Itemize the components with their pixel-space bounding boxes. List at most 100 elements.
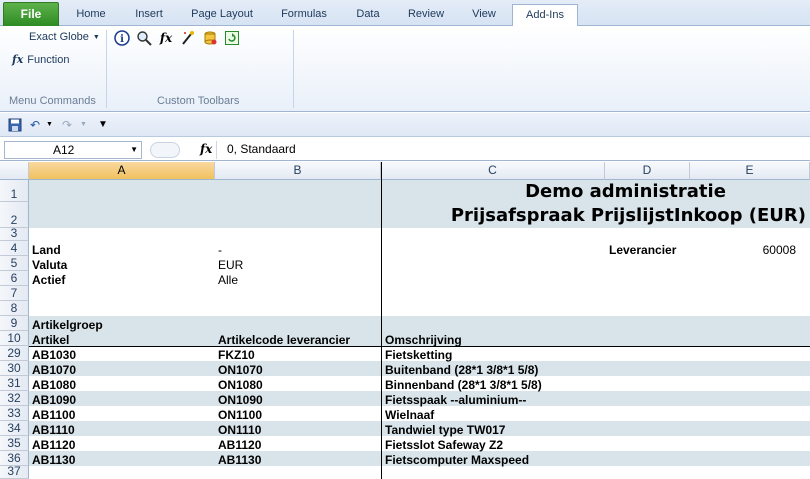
row-header[interactable]: 37 xyxy=(0,464,29,479)
actief-label: Actief xyxy=(32,273,66,287)
formula-bar-resize-handle[interactable] xyxy=(150,142,180,158)
row-header[interactable]: 29 xyxy=(0,346,29,361)
table-cell-code[interactable]: AB1120 xyxy=(218,438,261,453)
ribbon-body: Exact Globe ▼ fx Function Menu Commands … xyxy=(0,26,810,112)
exact-globe-label: Exact Globe xyxy=(29,31,89,43)
table-cell-omschrijving[interactable]: Fietsslot Safeway Z2 xyxy=(385,438,503,453)
table-cell-omschrijving[interactable]: Binnenband (28*1 3/8*1 5/8) xyxy=(385,378,542,393)
table-cell-code[interactable]: ON1100 xyxy=(218,408,262,423)
save-icon[interactable] xyxy=(8,118,22,132)
tab-review[interactable]: Review xyxy=(394,4,458,26)
chevron-down-icon[interactable]: ▼ xyxy=(80,118,87,132)
column-header-c[interactable]: C xyxy=(381,162,605,180)
table-cell-artikel[interactable]: AB1120 xyxy=(32,438,75,453)
function-button[interactable]: fx Function xyxy=(12,53,70,66)
table-cell-artikel[interactable]: AB1070 xyxy=(32,363,76,378)
undo-icon[interactable]: ↶ xyxy=(30,118,40,132)
row-header[interactable]: 5 xyxy=(0,256,29,271)
row-header[interactable]: 3 xyxy=(0,226,29,241)
report-title: Demo administratie xyxy=(525,181,726,202)
artikelgroep-label: Artikelgroep xyxy=(32,318,103,332)
redo-icon[interactable]: ↷ xyxy=(62,118,72,132)
column-header-a[interactable]: A xyxy=(29,162,215,180)
table-cell-code[interactable]: ON1080 xyxy=(218,378,263,393)
tab-view[interactable]: View xyxy=(458,4,510,26)
table-cell-omschrijving[interactable]: Fietsketting xyxy=(385,348,452,363)
table-cell-code[interactable]: AB1130 xyxy=(218,453,261,468)
valuta-value: EUR xyxy=(218,258,244,272)
actief-value: Alle xyxy=(218,273,239,287)
formula-input[interactable]: 0, Standaard xyxy=(216,141,808,159)
tab-formulas[interactable]: Formulas xyxy=(266,4,342,26)
row-header[interactable]: 1 xyxy=(0,180,29,202)
table-cell-artikel[interactable]: AB1100 xyxy=(32,408,75,423)
group-label-menu-commands: Menu Commands xyxy=(9,95,96,107)
artikelcode-header: Artikelcode leverancier xyxy=(218,333,351,347)
tab-page-layout[interactable]: Page Layout xyxy=(178,4,266,26)
row-header[interactable]: 33 xyxy=(0,406,29,421)
function-label: Function xyxy=(27,53,70,66)
table-cell-code[interactable]: FKZ10 xyxy=(218,348,255,363)
row-header[interactable]: 32 xyxy=(0,391,29,406)
row-header[interactable]: 35 xyxy=(0,436,29,451)
row-header[interactable]: 10 xyxy=(0,331,29,346)
customize-qat-icon[interactable]: ▼ xyxy=(98,118,108,132)
row-header[interactable]: 30 xyxy=(0,361,29,376)
group-separator xyxy=(106,30,107,108)
row-header[interactable]: 7 xyxy=(0,286,29,301)
table-cell-artikel[interactable]: AB1030 xyxy=(32,348,76,363)
table-cell-omschrijving[interactable]: Fietsspaak --aluminium-- xyxy=(385,393,526,408)
row-header[interactable]: 34 xyxy=(0,421,29,436)
row-header[interactable]: 9 xyxy=(0,316,29,331)
quick-access-toolbar: ↶ ▼ ↷ ▼ ▼ xyxy=(0,113,810,137)
tab-data[interactable]: Data xyxy=(342,4,394,26)
refresh-icon[interactable] xyxy=(224,30,240,46)
fx-icon: fx xyxy=(12,53,24,66)
group-separator xyxy=(293,30,294,108)
ribbon-tab-bar: File Home Insert Page Layout Formulas Da… xyxy=(0,0,810,27)
exact-globe-menu[interactable]: Exact Globe ▼ xyxy=(29,31,100,43)
leverancier-value: 60008 xyxy=(762,243,796,257)
row-header[interactable]: 4 xyxy=(0,241,29,256)
artikel-header: Artikel xyxy=(32,333,70,347)
spreadsheet-grid: A B C D E 1 2 3 4 5 6 7 8 9 10 29 30 31 … xyxy=(0,162,810,479)
table-cell-artikel[interactable]: AB1090 xyxy=(32,393,76,408)
wand-icon[interactable] xyxy=(180,30,196,46)
table-cell-omschrijving[interactable]: Wielnaaf xyxy=(385,408,434,423)
fx-icon[interactable]: fx xyxy=(158,30,174,46)
tab-file[interactable]: File xyxy=(3,2,59,26)
table-cell-code[interactable]: ON1110 xyxy=(218,423,261,438)
tab-add-ins[interactable]: Add-Ins xyxy=(512,4,578,27)
row-header[interactable]: 31 xyxy=(0,376,29,391)
tab-home[interactable]: Home xyxy=(62,4,120,26)
land-value: - xyxy=(218,243,222,257)
column-header-b[interactable]: B xyxy=(215,162,381,180)
column-header-e[interactable]: E xyxy=(690,162,810,180)
table-cell-omschrijving[interactable]: Tandwiel type TW017 xyxy=(385,423,505,438)
zoom-icon[interactable] xyxy=(136,30,152,46)
chevron-down-icon[interactable]: ▼ xyxy=(130,142,138,158)
database-icon[interactable] xyxy=(202,30,218,46)
report-subtitle: Prijsafspraak PrijslijstInkoop (EUR) xyxy=(450,205,806,226)
table-cell-artikel[interactable]: AB1080 xyxy=(32,378,76,393)
insert-function-icon[interactable]: fx xyxy=(200,142,212,156)
svg-text:i: i xyxy=(120,34,124,45)
info-icon[interactable]: i xyxy=(114,30,130,46)
row-header[interactable]: 6 xyxy=(0,271,29,286)
table-cell-artikel[interactable]: AB1130 xyxy=(32,453,75,468)
chevron-down-icon[interactable]: ▼ xyxy=(46,118,53,132)
table-cell-omschrijving[interactable]: Fietscomputer Maxspeed xyxy=(385,453,529,468)
select-all-corner[interactable] xyxy=(0,162,29,180)
valuta-label: Valuta xyxy=(32,258,68,272)
table-cell-omschrijving[interactable]: Buitenband (28*1 3/8*1 5/8) xyxy=(385,363,538,378)
leverancier-label: Leverancier xyxy=(609,243,677,257)
row-header[interactable]: 2 xyxy=(0,202,29,228)
table-cell-code[interactable]: ON1090 xyxy=(218,393,263,408)
table-cell-artikel[interactable]: AB1110 xyxy=(32,423,75,438)
tab-insert[interactable]: Insert xyxy=(120,4,178,26)
column-header-d[interactable]: D xyxy=(605,162,690,180)
row-header[interactable]: 8 xyxy=(0,301,29,316)
name-box[interactable]: A12 ▼ xyxy=(4,141,142,159)
table-cell-code[interactable]: ON1070 xyxy=(218,363,263,378)
omschrijving-header: Omschrijving xyxy=(385,333,462,347)
